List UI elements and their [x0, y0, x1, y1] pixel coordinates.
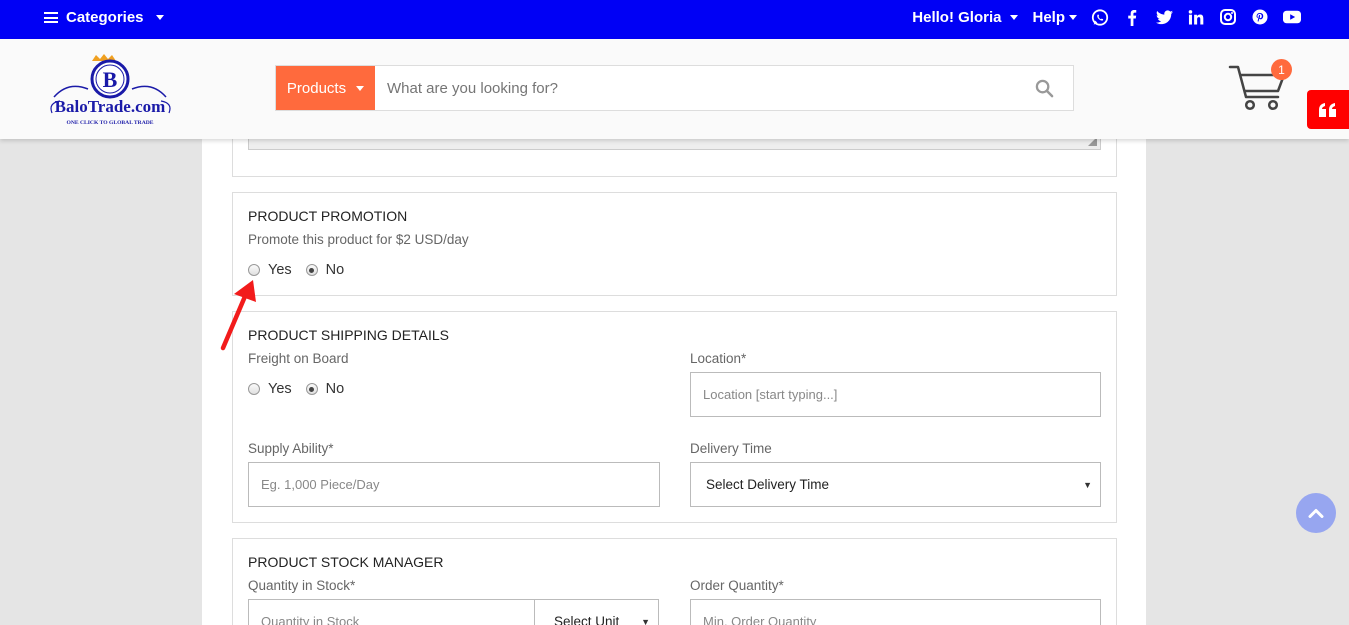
facebook-icon[interactable] — [1123, 8, 1141, 26]
chevron-down-icon: ▼ — [641, 616, 650, 625]
delivery-time-select[interactable]: Select Delivery Time ▼ — [690, 462, 1101, 507]
search-button[interactable] — [1015, 66, 1073, 110]
shipping-title: PRODUCT SHIPPING DETAILS — [248, 327, 449, 343]
supply-ability-placeholder: Eg. 1,000 Piece/Day — [261, 477, 380, 492]
fob-label: Freight on Board — [248, 351, 349, 366]
shipping-section: PRODUCT SHIPPING DETAILS Freight on Boar… — [232, 311, 1117, 523]
unit-value: Select Unit — [554, 614, 620, 625]
product-form-panel: PRODUCT PROMOTION Promote this product f… — [202, 129, 1146, 625]
whatsapp-icon[interactable] — [1091, 8, 1109, 26]
categories-menu[interactable]: Categories — [44, 9, 164, 26]
search-category-label: Products — [286, 79, 347, 97]
twitter-icon[interactable] — [1155, 8, 1173, 26]
chevron-down-icon — [1069, 15, 1077, 21]
order-quantity-placeholder: Min. Order Quantity — [703, 614, 817, 625]
categories-label: Categories — [66, 9, 144, 26]
chevron-down-icon — [1010, 15, 1019, 21]
promotion-no-label: No — [325, 262, 345, 278]
location-placeholder: Location [start typing...] — [703, 387, 838, 402]
fob-yes-option[interactable]: Yes — [248, 381, 292, 397]
promotion-yes-radio[interactable] — [248, 264, 260, 276]
fob-no-label: No — [325, 381, 345, 397]
youtube-icon[interactable] — [1283, 8, 1301, 26]
fob-radio-group: Yes No — [248, 381, 358, 397]
delivery-time-value: Select Delivery Time — [706, 477, 830, 492]
location-label: Location* — [690, 351, 747, 366]
chevron-down-icon: ▼ — [1083, 479, 1092, 490]
search-input[interactable] — [375, 66, 1015, 110]
site-logo[interactable]: B BaloTrade.com ONE CLICK TO GLOBAL TRAD… — [48, 53, 173, 128]
top-bar: Categories Hello! Gloria Help — [0, 0, 1349, 39]
search-category-dropdown[interactable]: Products — [276, 66, 375, 110]
fob-yes-radio[interactable] — [248, 383, 260, 395]
chevron-down-icon — [356, 85, 365, 91]
fob-yes-label: Yes — [268, 381, 292, 397]
unit-select[interactable]: Select Unit ▼ — [534, 599, 659, 625]
promotion-no-option[interactable]: No — [305, 262, 345, 278]
linkedin-icon[interactable] — [1187, 8, 1205, 26]
promotion-subtitle: Promote this product for $2 USD/day — [248, 232, 469, 247]
fob-no-radio[interactable] — [305, 383, 318, 395]
quote-icon — [1319, 102, 1336, 117]
hamburger-icon — [44, 12, 58, 23]
delivery-time-label: Delivery Time — [690, 441, 772, 456]
search-icon — [1035, 79, 1053, 97]
svg-text:ONE CLICK TO GLOBAL TRADE: ONE CLICK TO GLOBAL TRADE — [66, 120, 153, 126]
promotion-no-radio[interactable] — [305, 264, 318, 276]
help-menu[interactable]: Help — [1032, 9, 1077, 26]
cart-count-badge: 1 — [1271, 59, 1292, 80]
fob-no-option[interactable]: No — [305, 381, 345, 397]
search-bar: Products — [275, 65, 1074, 111]
greeting-label: Hello! Gloria — [912, 8, 1002, 26]
svg-text:B: B — [103, 67, 118, 92]
location-input[interactable]: Location [start typing...] — [690, 372, 1101, 417]
instagram-icon[interactable] — [1219, 8, 1237, 26]
supply-ability-input[interactable]: Eg. 1,000 Piece/Day — [248, 462, 660, 507]
stock-title: PRODUCT STOCK MANAGER — [248, 554, 444, 570]
quantity-placeholder: Quantity in Stock — [261, 614, 360, 625]
scroll-to-top-button[interactable] — [1296, 493, 1336, 533]
top-right-nav: Hello! Gloria Help — [912, 8, 1301, 26]
user-menu[interactable]: Hello! Gloria — [912, 8, 1019, 26]
pinterest-icon[interactable] — [1251, 8, 1269, 26]
svg-text:BaloTrade.com: BaloTrade.com — [55, 97, 166, 116]
supply-ability-label: Supply Ability* — [248, 441, 334, 456]
order-quantity-input[interactable]: Min. Order Quantity — [690, 599, 1101, 625]
quantity-label: Quantity in Stock* — [248, 578, 356, 593]
promotion-section: PRODUCT PROMOTION Promote this product f… — [232, 192, 1117, 296]
order-quantity-label: Order Quantity* — [690, 578, 784, 593]
chevron-down-icon — [155, 15, 164, 20]
annotation-arrow — [218, 278, 263, 353]
site-header: B BaloTrade.com ONE CLICK TO GLOBAL TRAD… — [0, 39, 1349, 139]
promotion-yes-option[interactable]: Yes — [248, 262, 292, 278]
chevron-up-icon — [1308, 509, 1324, 518]
stock-section: PRODUCT STOCK MANAGER Quantity in Stock*… — [232, 538, 1117, 625]
promotion-title: PRODUCT PROMOTION — [248, 208, 408, 224]
promotion-yes-label: Yes — [268, 262, 292, 278]
quantity-input[interactable]: Quantity in Stock — [248, 599, 535, 625]
quote-button[interactable] — [1307, 90, 1349, 129]
help-label: Help — [1032, 8, 1065, 26]
promotion-radio-group: Yes No — [248, 262, 358, 278]
